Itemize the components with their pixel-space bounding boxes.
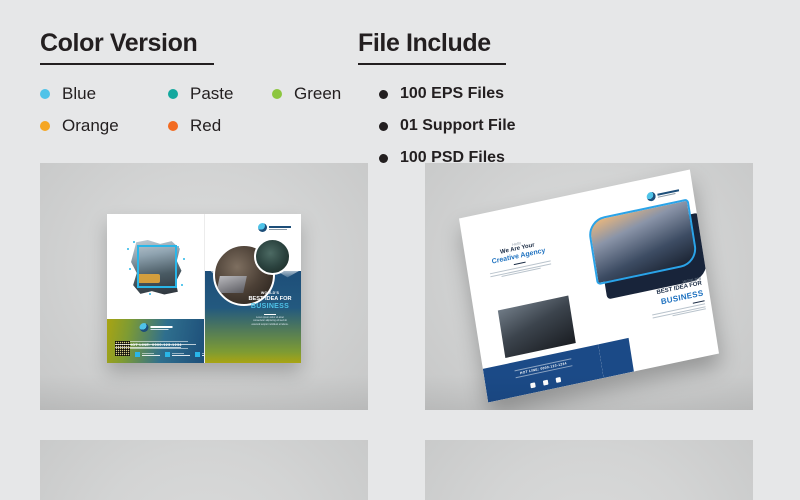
footer-gradient-band: HOT LINE: 0000-123-1234 [107,319,204,363]
preview-bifold-inner-spread-cyan[interactable] [40,440,368,500]
location-icon [555,376,562,383]
file-item-eps[interactable]: 100 EPS Files [379,78,504,110]
brochure-spread: Hello We Are Your Creative Agency HOT LI… [459,169,719,403]
footer-paragraph-lines [115,344,196,348]
email-icon [165,352,170,357]
bullet-dot-icon [379,121,388,131]
file-item-support[interactable]: 01 Support File [379,110,516,142]
company-logo-icon [646,186,680,203]
contact-icon-row [530,376,562,389]
cover-headline: WORLD'S BEST IDEA FOR BUSINESS Lorem ips… [247,291,293,327]
cover-paragraph: Lorem ipsum dolor sit amet consectetur a… [251,316,289,326]
cover-side-band [598,337,634,378]
feature-lists: Color Version Blue Paste Green Orange Re… [0,0,800,174]
preview-row-1: HOT LINE: 0000-123-1234 WORLD'S BEST IDE… [40,163,753,410]
brochure-front-cover: WORLD'S BEST IDEA FOR BUSINESS Lorem ips… [204,214,301,363]
file-label-eps: 100 EPS Files [400,85,505,103]
headline-divider [264,313,276,315]
file-label-support: 01 Support File [400,117,516,135]
company-logo-icon [139,323,172,332]
team-photo [497,295,576,358]
contact-info-row [135,352,204,357]
intro-block: Hello We Are Your Creative Agency [480,233,557,280]
email-icon [542,379,549,386]
circular-photo-city [254,238,291,275]
phone-icon [135,352,140,357]
contact-item-phone [135,352,160,357]
footer-band: HOT LINE: 0000-123-1234 [482,343,604,403]
file-include-title: File Include [358,29,491,57]
bullet-dot-icon [379,89,388,99]
intro-divider [513,261,526,266]
preview-bifold-tilted-open[interactable]: Hello We Are Your Creative Agency HOT LI… [425,163,753,410]
brochure-spread: HOT LINE: 0000-123-1234 WORLD'S BEST IDE… [107,214,301,363]
cyan-photo-frame [137,245,177,288]
preview-bifold-flat-front-back[interactable]: HOT LINE: 0000-123-1234 WORLD'S BEST IDE… [40,163,368,410]
file-include-list: 100 EPS Files 01 Support File 100 PSD Fi… [358,78,516,174]
phone-icon [530,382,536,389]
brochure-back-cover: HOT LINE: 0000-123-1234 [107,214,204,363]
company-logo-icon [258,223,291,232]
location-icon [195,352,200,357]
contact-item-address [195,352,204,357]
headline-line-2: BEST IDEA FOR [248,295,292,302]
preview-gallery: HOT LINE: 0000-123-1234 WORLD'S BEST IDE… [40,163,753,500]
headline-line-3: BUSINESS [250,302,290,310]
bullet-dot-icon [379,153,388,163]
contact-item-email [165,352,190,357]
file-include-section: File Include 100 EPS Files 01 Support Fi… [0,30,516,174]
panel-floor-shadow [40,374,368,410]
preview-row-2 [40,440,753,500]
file-include-underline [358,63,506,66]
hotline-text: HOT LINE: 0000-123-1234 [514,358,573,379]
tilted-brochure-wrapper: Hello We Are Your Creative Agency HOT LI… [459,169,719,403]
preview-bifold-inner-spread-white[interactable] [425,440,753,500]
